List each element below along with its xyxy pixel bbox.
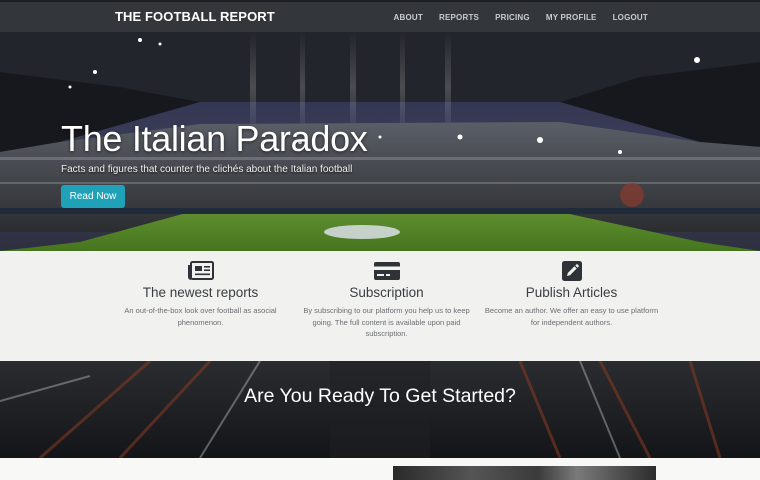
cta-section: Are You Ready To Get Started? — [0, 361, 760, 458]
cta-background-image — [0, 361, 760, 458]
features-section: The newest reports An out-of-the-box loo… — [0, 251, 760, 361]
nav-links: ABOUT REPORTS PRICING MY PROFILE LOGOUT — [394, 13, 648, 22]
newspaper-icon — [187, 261, 214, 280]
hero-subtitle: Facts and figures that counter the clich… — [61, 164, 353, 175]
article-image — [393, 466, 656, 480]
read-now-button[interactable]: Read Now — [61, 185, 125, 208]
feature-subscription: Subscription By subscribing to our platf… — [299, 251, 474, 340]
next-section — [0, 458, 760, 480]
credit-card-icon — [373, 262, 400, 280]
feature-description: An out-of-the-box look over football as … — [124, 306, 277, 327]
feature-title: Subscription — [349, 285, 424, 300]
feature-description: Become an author. We offer an easy to us… — [484, 306, 659, 327]
nav-link-about[interactable]: ABOUT — [394, 13, 423, 22]
site-brand[interactable]: THE FOOTBALL REPORT — [115, 9, 275, 24]
cta-heading: Are You Ready To Get Started? — [244, 385, 516, 407]
hero-title: The Italian Paradox — [61, 118, 368, 159]
nav-link-pricing[interactable]: PRICING — [495, 13, 530, 22]
hero-section: The Italian Paradox Facts and figures th… — [0, 32, 760, 251]
feature-publish-articles: Publish Articles Become an author. We of… — [484, 251, 659, 328]
nav-link-logout[interactable]: LOGOUT — [613, 13, 648, 22]
nav-link-my-profile[interactable]: MY PROFILE — [546, 13, 597, 22]
feature-newest-reports: The newest reports An out-of-the-box loo… — [113, 251, 288, 328]
feature-description: By subscribing to our platform you help … — [303, 306, 470, 338]
top-navbar: THE FOOTBALL REPORT ABOUT REPORTS PRICIN… — [0, 0, 760, 32]
nav-link-reports[interactable]: REPORTS — [439, 13, 479, 22]
pencil-square-icon — [561, 261, 582, 281]
feature-title: Publish Articles — [525, 285, 618, 300]
feature-title: The newest reports — [142, 285, 259, 300]
